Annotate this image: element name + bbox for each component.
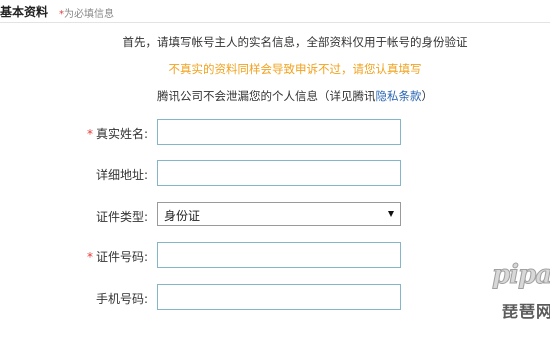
row-address: 详细地址:	[0, 160, 550, 188]
id-type-select[interactable]: 身份证	[157, 202, 401, 226]
intro-line-1: 首先，请填写帐号主人的实名信息，全部资料仅用于帐号的身份验证	[122, 35, 468, 49]
page: 基本资料 *为必填信息 首先，请填写帐号主人的实名信息，全部资料仅用于帐号的身份…	[0, 0, 550, 347]
id-type-label: 证件类型:	[95, 210, 148, 224]
real-name-input[interactable]	[157, 119, 401, 145]
required-hint-text: 为必填信息	[64, 9, 114, 20]
section-header: 基本资料 *为必填信息	[0, 0, 550, 23]
address-label: 详细地址:	[95, 168, 148, 182]
row-id-type: 证件类型: 身份证	[0, 202, 550, 230]
id-type-selected: 身份证	[164, 209, 201, 223]
id-number-label: * 证件号码:	[86, 250, 148, 264]
intro-warning: 不真实的资料同样会导致申诉不过，请您认真填写	[168, 62, 422, 76]
phone-input[interactable]	[157, 284, 401, 310]
required-mark: *	[86, 127, 93, 141]
privacy-prefix: 腾讯公司不会泄漏您的个人信息（详见腾讯	[157, 89, 376, 103]
required-hint: *为必填信息	[59, 5, 114, 20]
section-title: 基本资料	[0, 5, 49, 19]
phone-label: 手机号码:	[95, 292, 148, 306]
row-phone: 手机号码:	[0, 284, 550, 312]
real-name-label: * 真实姓名:	[86, 127, 148, 141]
row-real-name: * 真实姓名:	[0, 119, 550, 147]
required-mark: *	[86, 250, 93, 264]
intro-privacy: 腾讯公司不会泄漏您的个人信息（详见腾讯隐私条款）	[20, 88, 550, 104]
row-id-number: * 证件号码:	[0, 242, 550, 270]
watermark-logo: pipaw	[491, 260, 550, 291]
id-number-input[interactable]	[157, 242, 401, 268]
privacy-policy-link[interactable]: 隐私条款	[376, 89, 422, 103]
privacy-suffix: ）	[421, 89, 434, 103]
dropdown-arrow-icon	[388, 211, 394, 217]
address-input[interactable]	[157, 160, 401, 186]
site-watermark: pipaw 琵琶网	[491, 260, 550, 340]
watermark-site-name: 琵琶网	[502, 302, 550, 321]
